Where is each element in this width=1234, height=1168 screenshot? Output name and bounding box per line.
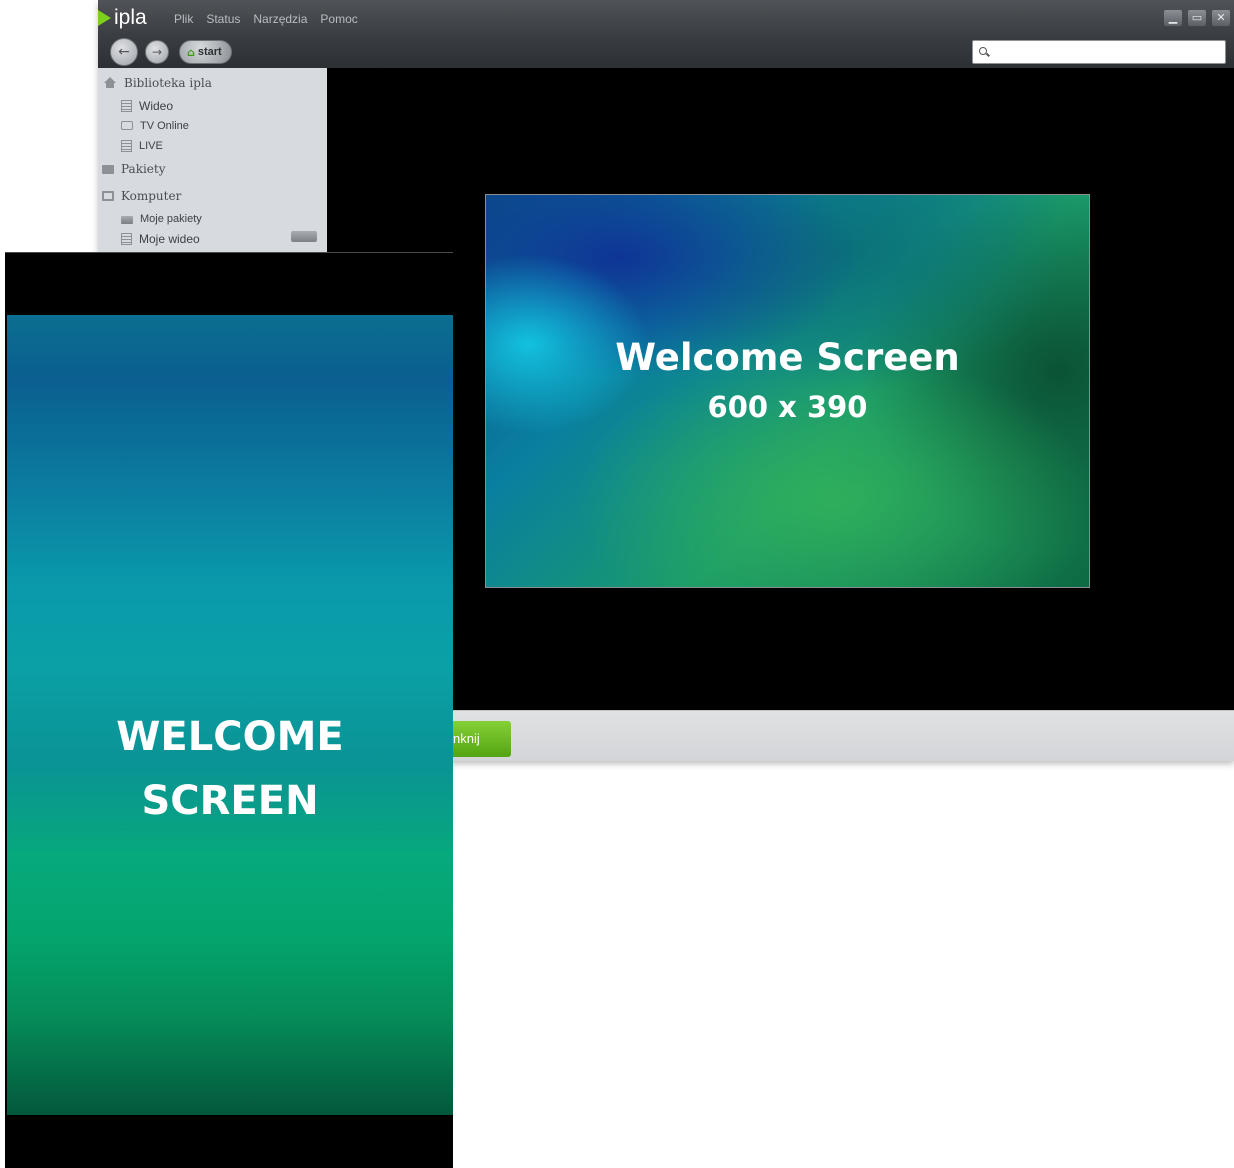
menu-pomoc[interactable]: Pomoc: [320, 11, 357, 27]
eject-icon[interactable]: [291, 231, 317, 242]
sidebar-item-wideo[interactable]: Wideo: [121, 97, 173, 115]
sidebar-item-pakiety[interactable]: Pakiety: [102, 160, 166, 178]
window-controls: ▁ ▭ ✕: [1158, 10, 1230, 26]
forward-arrow-icon[interactable]: →: [145, 40, 169, 64]
film-icon: [121, 100, 132, 112]
sidebar-item-live[interactable]: LIVE: [121, 137, 163, 155]
sidebar-item-label: Pakiety: [121, 162, 166, 176]
search-input[interactable]: [993, 43, 1213, 61]
close-icon[interactable]: ✕: [1212, 10, 1230, 26]
play-logo-icon: [98, 10, 111, 26]
welcome-size: 600 x 390: [707, 390, 868, 424]
search-box[interactable]: [972, 40, 1226, 64]
back-arrow-icon[interactable]: ←: [110, 38, 138, 66]
home-icon: [104, 77, 117, 89]
drive-icon: [121, 216, 133, 224]
sidebar-item-komputer[interactable]: Komputer: [102, 187, 181, 205]
sidebar-item-label: TV Online: [140, 120, 189, 132]
sidebar-item-label: Moje pakiety: [140, 213, 202, 225]
sidebar-item-label: Komputer: [121, 189, 182, 203]
menu-status[interactable]: Status: [206, 11, 240, 27]
menu-narzedzia[interactable]: Narzędzia: [253, 11, 307, 27]
home-icon: ⌂: [187, 45, 195, 59]
mobile-welcome-title: WELCOME SCREEN: [7, 705, 453, 833]
sidebar-item-label: Moje wideo: [139, 232, 200, 246]
menubar: Plik Status Narzędzia Pomoc: [174, 11, 371, 27]
mobile-title-line1: WELCOME: [116, 714, 344, 760]
tv-icon: [121, 120, 133, 130]
titlebar: ipla Plik Status Narzędzia Pomoc ▁ ▭ ✕ ←…: [98, 0, 1234, 68]
sidebar-item-moje-pakiety[interactable]: Moje pakiety: [121, 210, 202, 228]
mobile-gradient-panel: WELCOME SCREEN: [7, 315, 453, 1115]
ipla-logo[interactable]: ipla: [98, 6, 147, 30]
film-icon: [121, 233, 132, 245]
sidebar-item-label: Wideo: [139, 99, 174, 113]
search-icon: [979, 47, 989, 57]
navigation-row: ← → ⌂ start: [110, 38, 232, 66]
monitor-icon: [102, 191, 114, 201]
welcome-screen-landscape: Welcome Screen 600 x 390: [485, 194, 1090, 588]
sidebar-item-moje-wideo[interactable]: Moje wideo: [121, 230, 200, 248]
start-label: start: [197, 46, 222, 58]
mobile-welcome-screen: WELCOME SCREEN: [5, 252, 453, 1168]
sidebar-item-biblioteka[interactable]: Biblioteka ipla: [104, 74, 212, 92]
welcome-title: Welcome Screen: [615, 336, 960, 379]
menu-plik[interactable]: Plik: [174, 11, 193, 27]
close-button[interactable]: nknij: [447, 721, 511, 757]
maximize-icon[interactable]: ▭: [1188, 10, 1206, 26]
start-button[interactable]: ⌂ start: [179, 40, 232, 64]
composite-stage: ipla Plik Status Narzędzia Pomoc ▁ ▭ ✕ ←…: [0, 0, 1234, 1168]
sidebar-item-label: Biblioteka ipla: [124, 76, 212, 90]
sidebar-item-label: LIVE: [139, 140, 163, 152]
film-icon: [121, 140, 132, 152]
folder-icon: [102, 164, 114, 174]
sidebar-item-tv-online[interactable]: TV Online: [121, 117, 189, 135]
minimize-icon[interactable]: ▁: [1164, 10, 1182, 26]
logo-text: ipla: [114, 6, 147, 29]
mobile-title-line2: SCREEN: [141, 778, 319, 824]
